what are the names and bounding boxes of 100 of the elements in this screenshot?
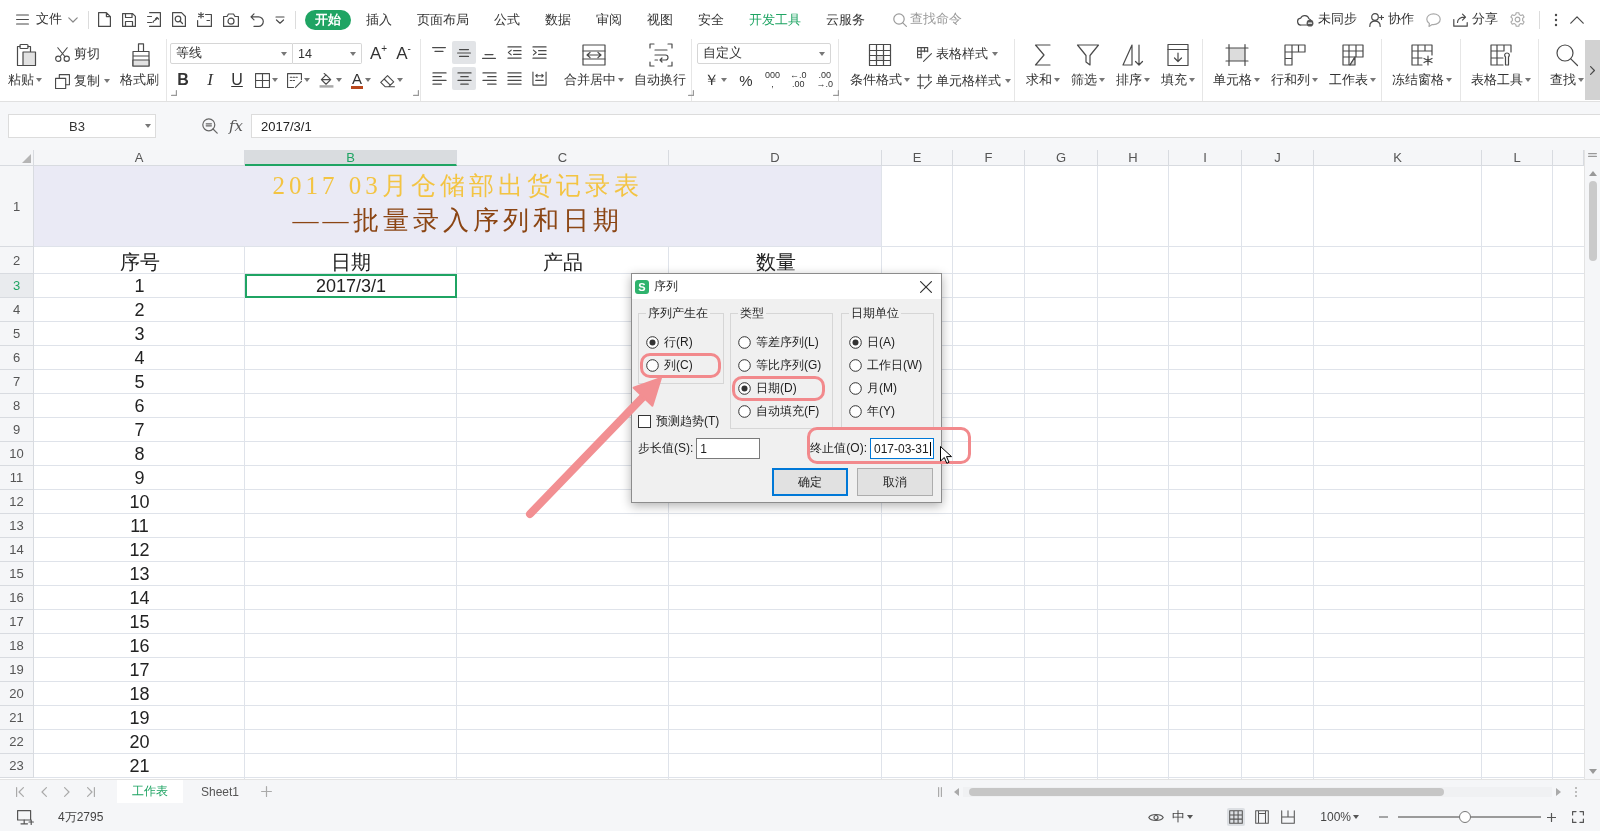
function-label[interactable]: fx	[229, 117, 243, 135]
radio-icon[interactable]	[849, 359, 862, 372]
decrease-decimal-button[interactable]: .00 →.0	[816, 71, 834, 89]
more-vertical-icon[interactable]	[1554, 12, 1558, 27]
save-icon[interactable]	[122, 12, 136, 27]
step-field[interactable]: 1	[696, 438, 761, 459]
conditional-format-button[interactable]: 条件格式	[850, 43, 910, 88]
radio-icon[interactable]	[738, 336, 751, 349]
undo-icon[interactable]	[250, 12, 264, 27]
row-header[interactable]: 23	[0, 754, 34, 778]
sheet-tab[interactable]: Sheet1	[186, 780, 255, 803]
dialog-button[interactable]: 取消	[857, 468, 933, 496]
font-color-button[interactable]: A	[351, 71, 371, 89]
radio-icon[interactable]	[738, 405, 751, 418]
filter-button[interactable]: 筛选	[1071, 43, 1105, 88]
radio-option[interactable]: 月(M)	[849, 377, 897, 400]
radio-icon[interactable]	[849, 405, 862, 418]
collaborate-button[interactable]: 协作	[1369, 11, 1414, 28]
radio-option[interactable]: 等比序列(G)	[738, 354, 822, 377]
split-handle-icon[interactable]	[938, 786, 942, 797]
column-header[interactable]: H	[1098, 150, 1169, 166]
row-header[interactable]: 9	[0, 418, 34, 442]
radio-icon[interactable]	[738, 359, 751, 372]
split-handle-icon[interactable]	[1588, 153, 1597, 157]
cell-name-box[interactable]: B3	[8, 114, 156, 138]
font-name-dropdown[interactable]: 等线	[170, 43, 293, 64]
ribbon-tab[interactable]: 页面布局	[407, 9, 479, 30]
zoom-in-icon[interactable]	[1547, 812, 1556, 822]
merge-center-button[interactable]: 合并居中	[564, 43, 624, 88]
column-header[interactable]: J	[1242, 150, 1314, 166]
row-header[interactable]: 16	[0, 586, 34, 610]
find-button[interactable]: 查找	[1550, 43, 1584, 88]
font-size-dropdown[interactable]: 14	[293, 43, 362, 64]
bold-button[interactable]: B	[174, 71, 192, 89]
worksheet-button[interactable]: 工作表	[1329, 43, 1376, 88]
magnifier-icon[interactable]	[202, 118, 218, 134]
table-style-button[interactable]: 表格样式	[917, 43, 1011, 65]
cell-style-button[interactable]: 单元格样式	[917, 70, 1011, 92]
italic-button[interactable]: I	[201, 70, 219, 90]
freeze-panes-button[interactable]: 冻结窗格	[1392, 43, 1452, 88]
rows-columns-button[interactable]: 行和列	[1271, 43, 1318, 88]
radio-option[interactable]: 行(R)	[646, 331, 693, 354]
grow-font-button[interactable]: A$^{+}$	[370, 43, 388, 64]
dialog-button[interactable]: 确定	[772, 468, 848, 496]
ribbon-tab[interactable]: 公式	[484, 9, 530, 30]
increase-decimal-button[interactable]: ←.0 .00	[790, 71, 807, 89]
currency-button[interactable]: ￥	[704, 70, 727, 90]
format-painter-button[interactable]: 格式刷	[120, 43, 161, 88]
row-header[interactable]: 6	[0, 346, 34, 370]
row-header[interactable]: 8	[0, 394, 34, 418]
column-header[interactable]: K	[1314, 150, 1482, 166]
underline-button[interactable]: U	[228, 71, 246, 89]
row-header[interactable]: 17	[0, 610, 34, 634]
column-header[interactable]: I	[1169, 150, 1242, 166]
paste-button[interactable]: 粘贴	[8, 43, 42, 88]
row-header[interactable]: 10	[0, 442, 34, 466]
new-document-icon[interactable]	[98, 12, 111, 27]
wrap-text-button[interactable]: 自动换行	[634, 43, 688, 88]
launcher-icon[interactable]	[171, 90, 177, 96]
sort-button[interactable]: 排序	[1116, 43, 1150, 88]
cut-button[interactable]: 剪切	[55, 43, 110, 65]
radio-option[interactable]: 自动填充(F)	[738, 400, 820, 423]
row-header[interactable]: 14	[0, 538, 34, 562]
zoom-level-button[interactable]: 100%	[1320, 810, 1359, 824]
column-header[interactable]: L	[1482, 150, 1553, 166]
cell-button[interactable]: 单元格	[1213, 43, 1260, 88]
clear-button[interactable]	[380, 72, 403, 88]
input-mode-button[interactable]: 中	[1172, 808, 1194, 826]
radio-icon[interactable]	[849, 382, 862, 395]
row-header[interactable]: 15	[0, 562, 34, 586]
column-header[interactable]: C	[457, 150, 669, 166]
radio-icon[interactable]	[738, 382, 751, 395]
row-header[interactable]: 2	[0, 247, 34, 274]
share-button[interactable]: 分享	[1453, 11, 1498, 28]
document-arrow-icon[interactable]	[147, 12, 161, 27]
camera-icon[interactable]	[223, 12, 239, 27]
column-header[interactable]: E	[882, 150, 953, 166]
ribbon-tab[interactable]: 安全	[688, 9, 734, 30]
ribbon-tab[interactable]: 插入	[356, 9, 402, 30]
sum-button[interactable]: 求和	[1026, 43, 1060, 88]
launcher-icon[interactable]	[833, 90, 840, 96]
radio-icon[interactable]	[646, 336, 659, 349]
zoom-slider[interactable]	[1398, 811, 1541, 823]
horizontal-scrollbar[interactable]	[963, 786, 1552, 797]
dropdown-icon[interactable]	[275, 15, 285, 24]
fill-button[interactable]: 填充	[1161, 43, 1195, 88]
percent-button[interactable]: %	[737, 71, 755, 89]
radio-icon[interactable]	[849, 336, 862, 349]
thousands-button[interactable]: 000 ,	[765, 71, 781, 89]
fill-color-button[interactable]	[319, 72, 342, 88]
split-handle-icon[interactable]	[1575, 786, 1577, 797]
asterisk-frame-icon[interactable]	[197, 12, 212, 27]
number-format-dropdown[interactable]: 自定义	[697, 43, 831, 64]
borders-button[interactable]	[255, 72, 278, 88]
launcher-icon[interactable]	[413, 90, 419, 96]
row-header[interactable]: 5	[0, 322, 34, 346]
radio-option[interactable]: 日期(D)	[732, 376, 825, 401]
radio-option[interactable]: 等差序列(L)	[738, 331, 819, 354]
checkbox-icon[interactable]	[638, 414, 651, 428]
close-icon[interactable]	[920, 280, 932, 293]
